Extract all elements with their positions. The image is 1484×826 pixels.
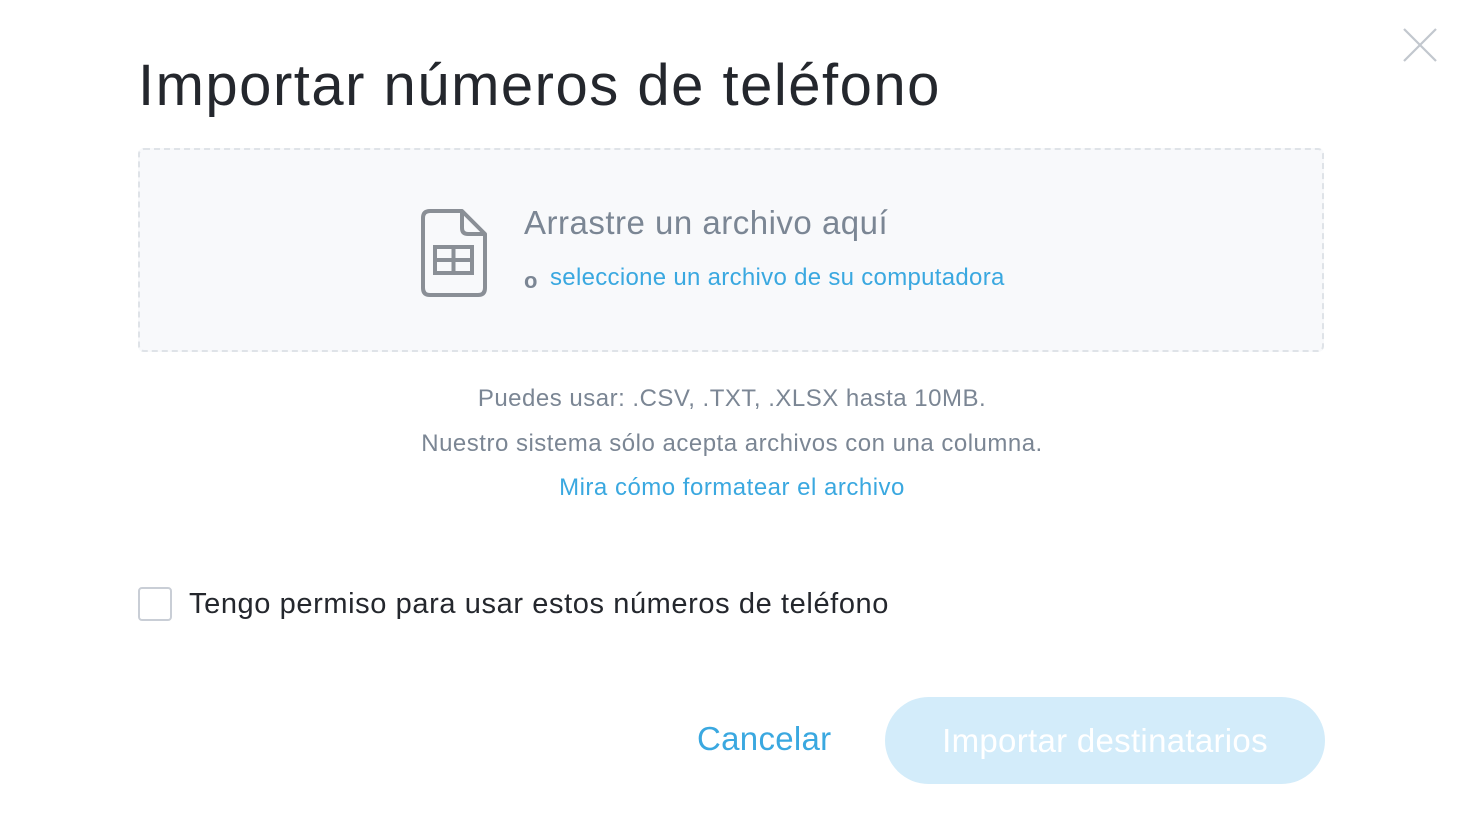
permission-checkbox-label[interactable]: Tengo permiso para usar estos números de… bbox=[189, 588, 889, 621]
allowed-formats-text: Puedes usar: .CSV, .TXT, .XLSX hasta 10M… bbox=[477, 385, 987, 412]
import-recipients-button[interactable]: Importar destinatarios bbox=[885, 697, 1325, 784]
close-icon bbox=[1403, 28, 1437, 62]
dropzone-or-text: o bbox=[524, 268, 538, 293]
dropzone-title: Arrastre un archivo aquí bbox=[524, 204, 889, 241]
dialog-title: Importar números de teléfono bbox=[138, 53, 941, 118]
cancel-button[interactable]: Cancelar bbox=[697, 720, 831, 758]
format-help-row: Mira cómo formatear el archivo bbox=[0, 474, 1464, 502]
close-button[interactable] bbox=[1402, 27, 1438, 63]
select-file-link[interactable]: seleccione un archivo de su computadora bbox=[550, 264, 1005, 292]
spreadsheet-file-icon bbox=[421, 209, 487, 297]
format-help-link[interactable]: Mira cómo formatear el archivo bbox=[559, 474, 905, 501]
single-column-text: Nuestro sistema sólo acepta archivos con… bbox=[421, 430, 1043, 457]
file-dropzone[interactable]: Arrastre un archivo aquí o seleccione un… bbox=[138, 148, 1324, 352]
permission-checkbox[interactable] bbox=[138, 587, 172, 621]
